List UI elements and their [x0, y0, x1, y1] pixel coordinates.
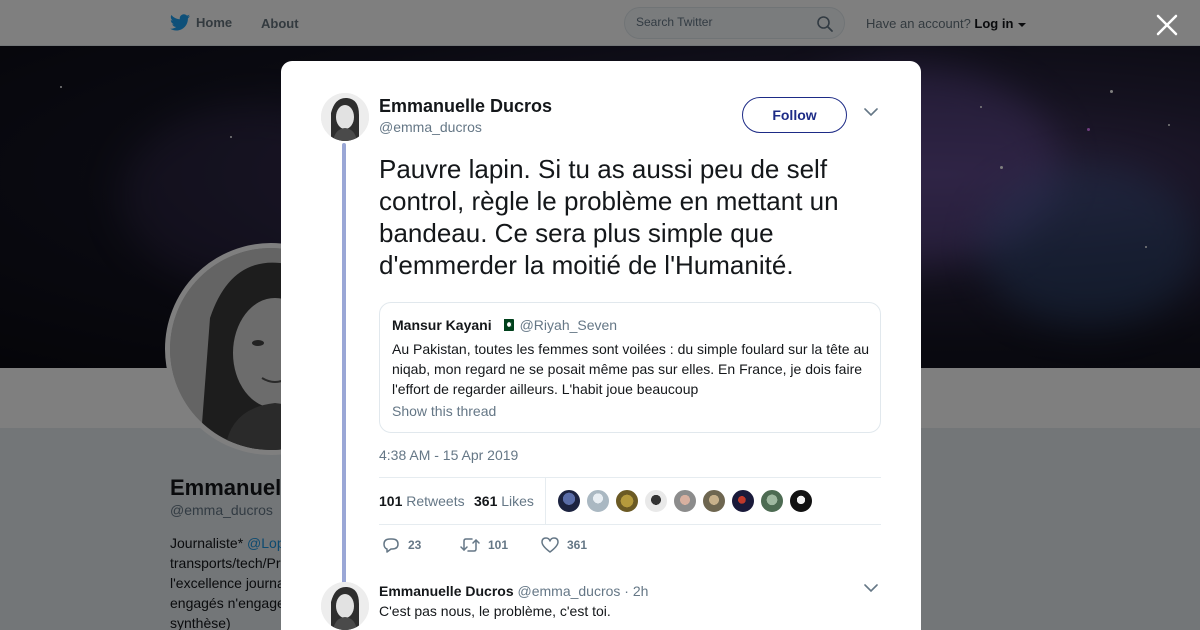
tweet-modal: Emmanuelle Ducros @emma_ducros Follow Pa…	[281, 61, 921, 630]
quoted-tweet-text: Au Pakistan, toutes les femmes sont voil…	[392, 341, 870, 397]
quoted-author-handle: @Riyah_Seven	[519, 317, 618, 333]
liker-avatar[interactable]	[586, 489, 610, 513]
liker-avatar[interactable]	[557, 489, 581, 513]
author-avatar-photo	[321, 93, 369, 141]
retweet-button[interactable]: 101	[460, 537, 508, 553]
like-icon	[541, 537, 559, 553]
author-handle[interactable]: @emma_ducros	[379, 119, 482, 135]
reply-author-avatar-photo	[321, 582, 369, 630]
likes-label: Likes	[501, 493, 534, 509]
quoted-tweet-header: Mansur Kayani @Riyah_Seven	[392, 317, 617, 333]
thread-line	[342, 143, 346, 585]
liker-avatar[interactable]	[673, 489, 697, 513]
liker-avatars	[557, 489, 818, 513]
follow-button[interactable]: Follow	[742, 97, 847, 133]
reply-author-name[interactable]: Emmanuelle Ducros	[379, 583, 514, 599]
like-count: 361	[567, 538, 588, 552]
liker-avatar[interactable]	[644, 489, 668, 513]
reply-icon	[383, 538, 399, 553]
chevron-down-icon[interactable]	[864, 108, 878, 117]
reply-text: C'est pas nous, le problème, c'est toi.	[379, 603, 611, 619]
reply-header: Emmanuelle Ducros @emma_ducros · 2h	[379, 583, 648, 599]
liker-avatar[interactable]	[789, 489, 813, 513]
tweet-timestamp[interactable]: 4:38 AM - 15 Apr 2019	[379, 447, 518, 463]
pakistan-flag-icon	[499, 319, 514, 331]
quoted-author-name: Mansur Kayani	[392, 317, 492, 333]
liker-avatar[interactable]	[760, 489, 784, 513]
liker-avatar[interactable]	[702, 489, 726, 513]
retweets-count: 101	[379, 493, 403, 509]
retweet-count: 101	[488, 538, 509, 552]
reply-meta[interactable]: @emma_ducros · 2h	[518, 583, 649, 599]
chevron-down-icon[interactable]	[864, 584, 878, 593]
close-icon[interactable]	[1155, 13, 1179, 37]
stats-divider	[545, 478, 546, 524]
author-name[interactable]: Emmanuelle Ducros	[379, 96, 552, 117]
retweets-stat[interactable]: 101 Retweets	[379, 493, 465, 509]
tweet-text: Pauvre lapin. Si tu as aussi peu de self…	[379, 154, 839, 280]
liker-avatar[interactable]	[615, 489, 639, 513]
quoted-tweet[interactable]: Mansur Kayani @Riyah_Seven Au Pakistan, …	[379, 302, 881, 433]
reply-author-avatar[interactable]	[321, 582, 369, 630]
likes-count: 361	[474, 493, 498, 509]
retweets-label: Retweets	[406, 493, 465, 509]
reply-count: 23	[408, 538, 422, 552]
retweet-icon	[460, 538, 480, 552]
tweet-stats: 101 Retweets 361 Likes	[379, 477, 881, 525]
liker-avatar[interactable]	[731, 489, 755, 513]
author-avatar[interactable]	[321, 93, 369, 141]
show-thread-link[interactable]: Show this thread	[392, 403, 496, 419]
like-button[interactable]: 361	[541, 537, 587, 553]
likes-stat[interactable]: 361 Likes	[474, 493, 534, 509]
reply-button[interactable]: 23	[382, 537, 421, 553]
